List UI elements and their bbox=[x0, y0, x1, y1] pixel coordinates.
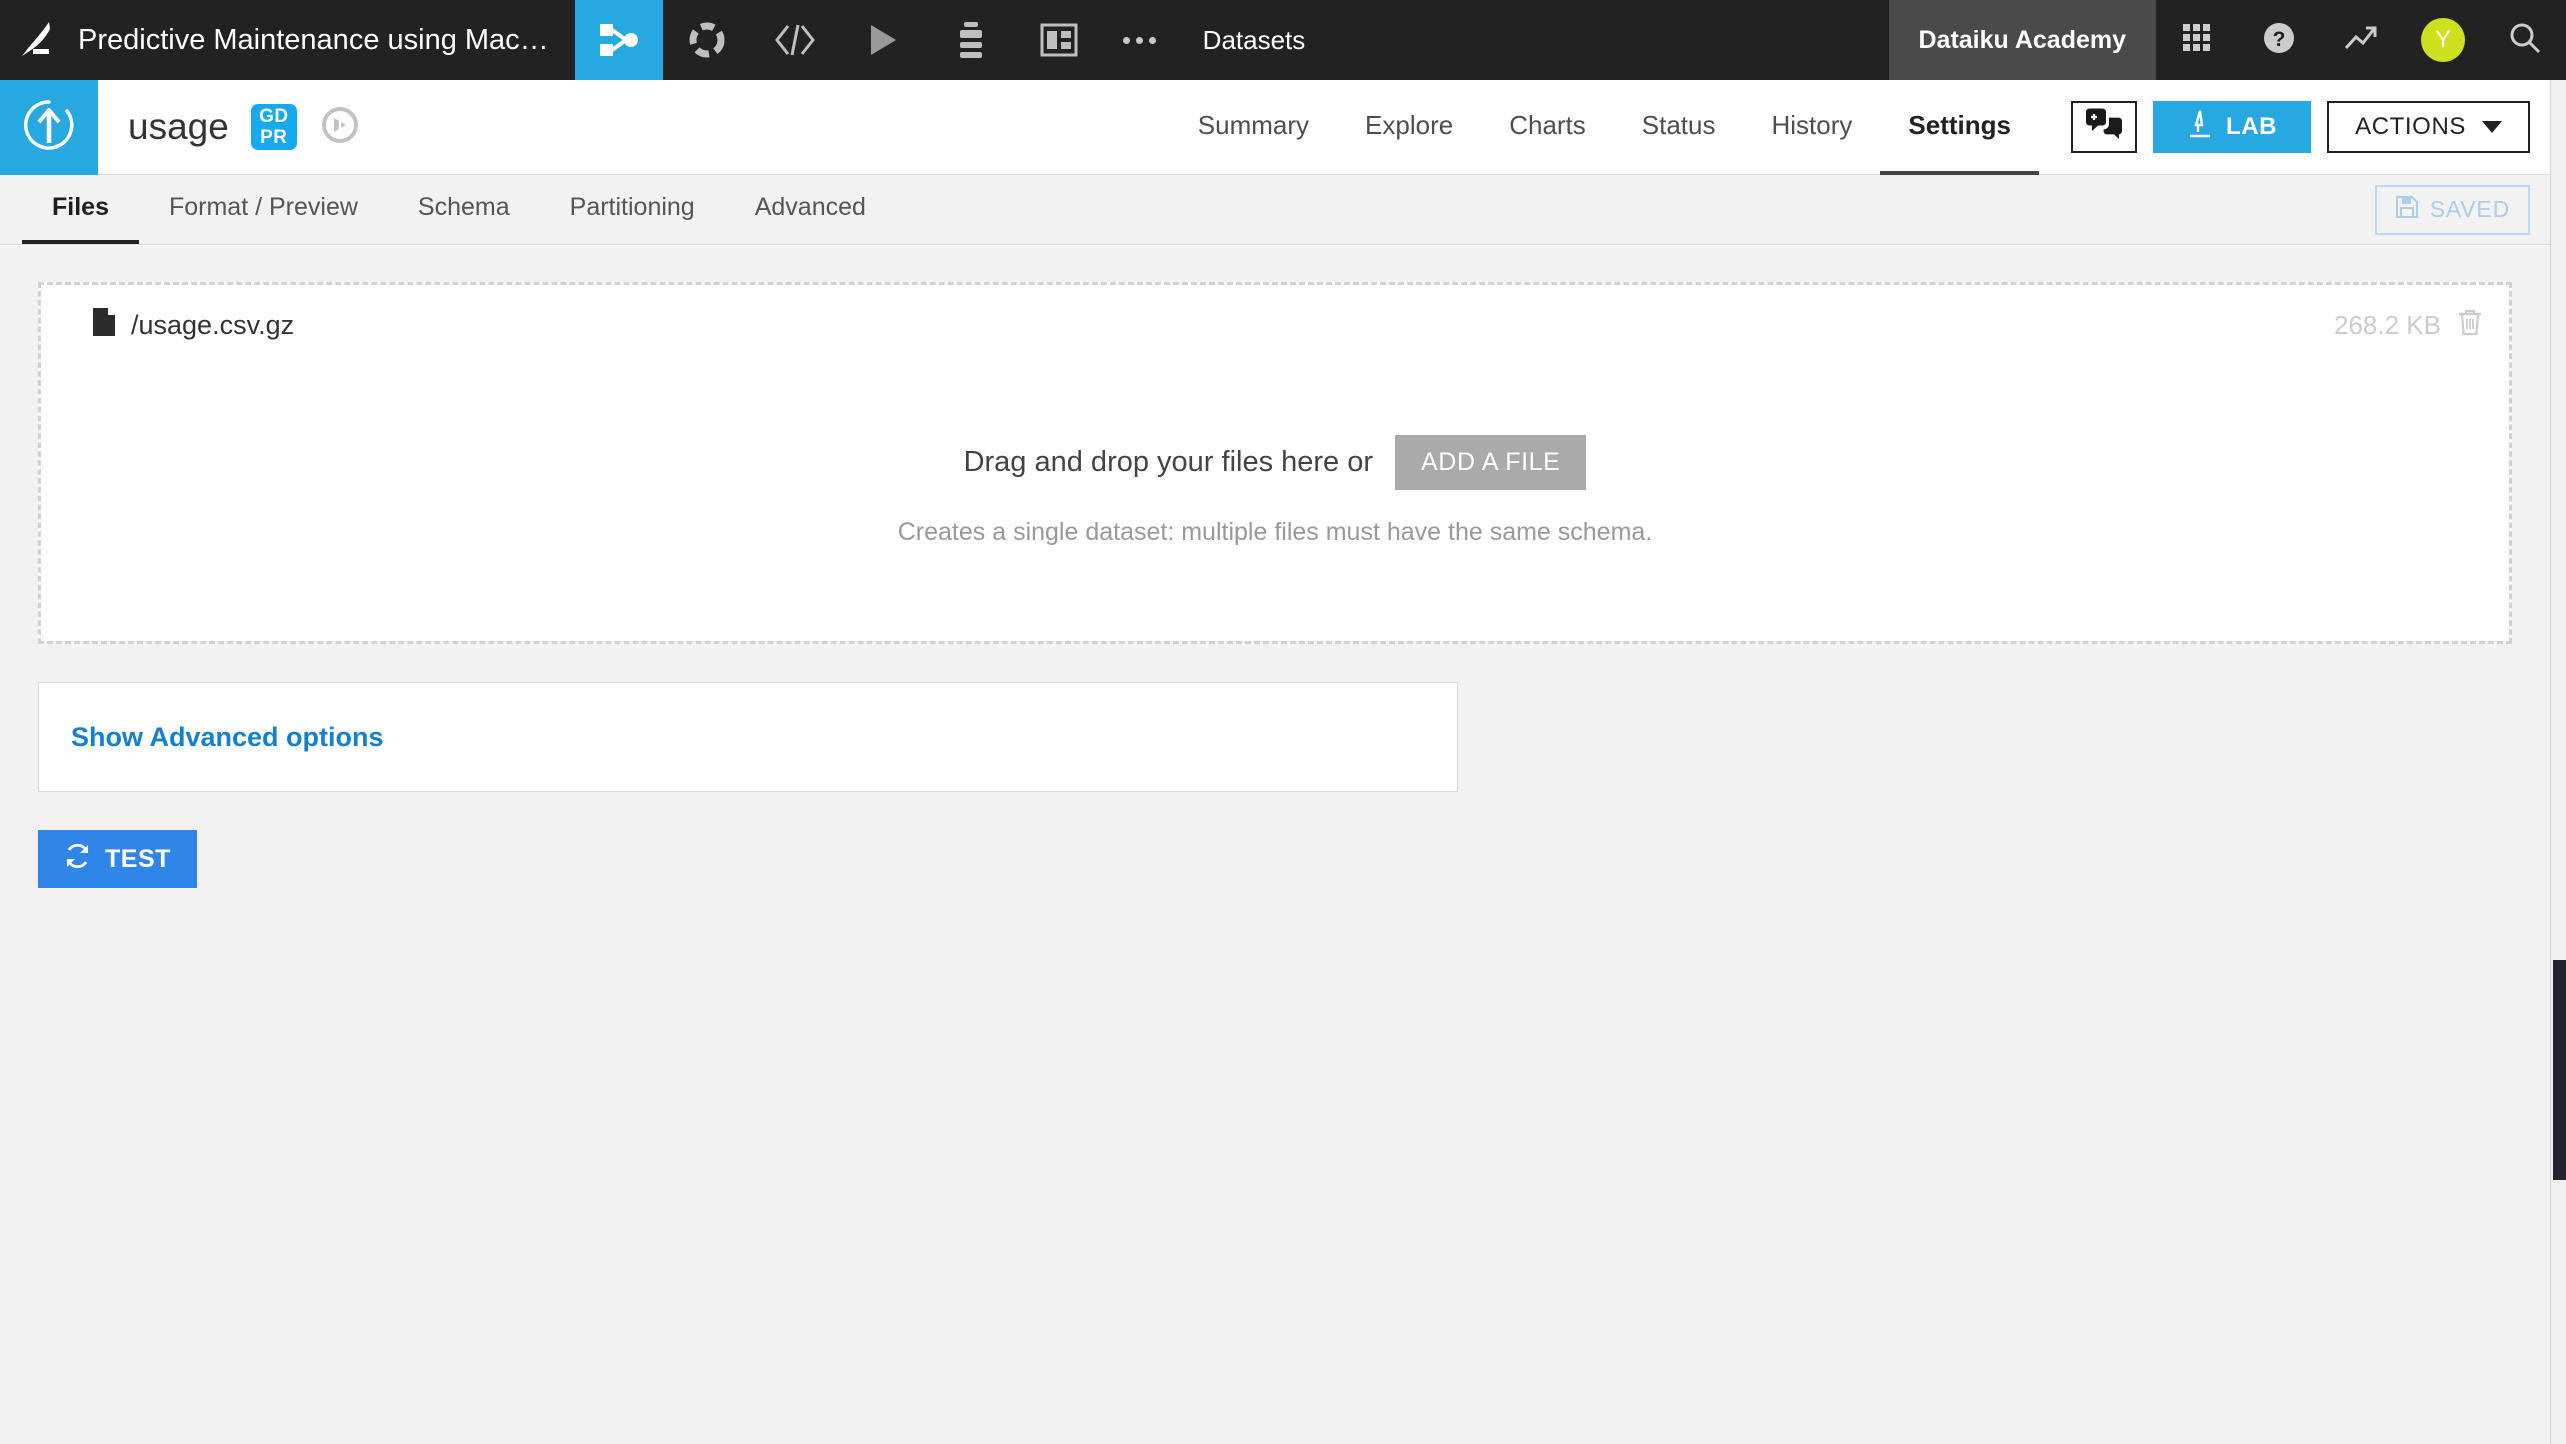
subtab-schema[interactable]: Schema bbox=[388, 175, 540, 244]
tab-history[interactable]: History bbox=[1744, 80, 1881, 175]
avatar[interactable]: Y bbox=[2402, 0, 2484, 80]
tab-status[interactable]: Status bbox=[1614, 80, 1744, 175]
test-button-label: TEST bbox=[105, 844, 171, 873]
page-scrollbar[interactable] bbox=[2550, 80, 2566, 1444]
dropzone-prompt: Drag and drop your files here or bbox=[963, 446, 1374, 478]
avatar-initial: Y bbox=[2421, 18, 2465, 62]
discussions-button[interactable] bbox=[2070, 101, 2137, 153]
refresh-icon bbox=[64, 843, 91, 876]
tab-explore[interactable]: Explore bbox=[1337, 80, 1481, 175]
play-icon bbox=[866, 22, 900, 58]
nav-code[interactable] bbox=[751, 0, 839, 80]
subtab-partitioning[interactable]: Partitioning bbox=[540, 175, 725, 244]
subtab-files[interactable]: Files bbox=[22, 175, 139, 244]
apps-grid-button[interactable] bbox=[2156, 0, 2238, 80]
more-dots-icon bbox=[1123, 36, 1131, 44]
actions-button[interactable]: ACTIONS bbox=[2327, 101, 2530, 153]
dashboard-icon bbox=[1040, 23, 1078, 57]
show-advanced-options-link[interactable]: Show Advanced options bbox=[71, 722, 384, 753]
help-question-icon: ? bbox=[2262, 21, 2296, 60]
file-icon bbox=[91, 307, 117, 344]
dataset-tabs: Summary Explore Charts Status History Se… bbox=[1170, 80, 2039, 175]
test-button[interactable]: TEST bbox=[38, 830, 197, 888]
actions-button-label: ACTIONS bbox=[2355, 113, 2466, 140]
file-path: /usage.csv.gz bbox=[131, 309, 295, 340]
chevron-down-icon bbox=[2482, 121, 2502, 133]
code-icon bbox=[773, 22, 817, 58]
dataiku-bird-logo[interactable] bbox=[0, 0, 78, 80]
lab-dashed-circle-icon bbox=[687, 20, 727, 60]
floppy-save-icon bbox=[2395, 195, 2419, 225]
saved-status-badge: SAVED bbox=[2374, 184, 2530, 235]
files-dropzone[interactable]: /usage.csv.gz 268.2 KB Drag and drop you… bbox=[38, 282, 2512, 644]
trash-icon[interactable] bbox=[2457, 308, 2483, 343]
project-title[interactable]: Predictive Maintenance using Mac… bbox=[78, 24, 575, 57]
help-button[interactable]: ? bbox=[2238, 0, 2320, 80]
dropzone-hint: Creates a single dataset: multiple files… bbox=[897, 518, 1653, 546]
subtab-format-preview[interactable]: Format / Preview bbox=[139, 175, 388, 244]
file-name-group: /usage.csv.gz bbox=[91, 307, 294, 344]
academy-chip[interactable]: Dataiku Academy bbox=[1888, 0, 2156, 80]
recipes-stack-icon bbox=[953, 20, 989, 60]
discussion-add-icon bbox=[2084, 108, 2124, 147]
advanced-options-card: Show Advanced options bbox=[38, 682, 1458, 792]
nav-lab[interactable] bbox=[663, 0, 751, 80]
file-size: 268.2 KB bbox=[2334, 309, 2441, 340]
subtab-advanced[interactable]: Advanced bbox=[725, 175, 896, 244]
svg-text:?: ? bbox=[2273, 28, 2286, 51]
compass-circle-icon[interactable] bbox=[319, 104, 361, 151]
tab-settings[interactable]: Settings bbox=[1880, 80, 2039, 175]
settings-files-panel: /usage.csv.gz 268.2 KB Drag and drop you… bbox=[0, 246, 2552, 1444]
monitoring-button[interactable] bbox=[2320, 0, 2402, 80]
nav-datasets-link[interactable]: Datasets bbox=[1177, 0, 1332, 80]
tab-summary[interactable]: Summary bbox=[1170, 80, 1337, 175]
add-a-file-button[interactable]: ADD A FILE bbox=[1395, 435, 1587, 490]
lab-button-label: LAB bbox=[2225, 113, 2278, 140]
dropzone-center: Drag and drop your files here or ADD A F… bbox=[41, 435, 2509, 547]
dropzone-prompt-row: Drag and drop your files here or ADD A F… bbox=[41, 435, 2509, 490]
more-dots-icon bbox=[1136, 36, 1144, 44]
nav-dashboards[interactable] bbox=[1015, 0, 1103, 80]
tab-charts[interactable]: Charts bbox=[1481, 80, 1614, 175]
header-actions: LAB ACTIONS bbox=[2070, 101, 2530, 153]
nav-jobs[interactable] bbox=[839, 0, 927, 80]
flow-icon bbox=[598, 20, 640, 60]
file-meta: 268.2 KB bbox=[2334, 308, 2483, 343]
gdpr-line2: PR bbox=[260, 127, 288, 148]
gdpr-badge[interactable]: GD PR bbox=[250, 104, 297, 150]
saved-status-label: SAVED bbox=[2429, 196, 2510, 222]
dataset-header: usage GD PR Summary Explore Charts Statu… bbox=[0, 79, 2566, 175]
search-icon bbox=[2508, 21, 2542, 60]
lab-button[interactable]: LAB bbox=[2152, 101, 2312, 153]
settings-subtabs: Files Format / Preview Schema Partitioni… bbox=[0, 175, 2566, 245]
nav-more-button[interactable] bbox=[1103, 0, 1177, 80]
nav-flow[interactable] bbox=[574, 0, 663, 80]
scrollbar-thumb[interactable] bbox=[2553, 960, 2566, 1180]
search-button[interactable] bbox=[2484, 0, 2566, 80]
microscope-icon bbox=[2187, 109, 2213, 146]
file-list-item[interactable]: /usage.csv.gz 268.2 KB bbox=[41, 285, 2509, 365]
top-navigation-bar: Predictive Maintenance using Mac… Datase… bbox=[0, 0, 2566, 80]
dataset-name: usage bbox=[128, 106, 229, 147]
dataset-type-button[interactable] bbox=[0, 79, 98, 175]
more-dots-icon bbox=[1149, 36, 1157, 44]
trend-arrow-icon bbox=[2343, 23, 2379, 58]
gdpr-line1: GD bbox=[259, 106, 289, 127]
upload-circle-arrow-icon bbox=[21, 97, 77, 158]
apps-grid-icon bbox=[2181, 22, 2213, 59]
nav-automation[interactable] bbox=[927, 0, 1015, 80]
